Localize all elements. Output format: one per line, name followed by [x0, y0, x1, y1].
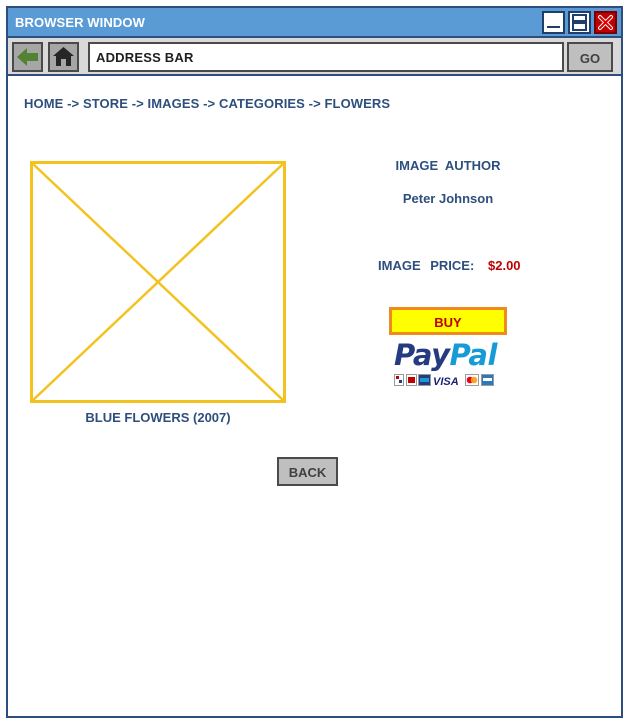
paypal-logo[interactable]: PayPal: [394, 338, 497, 372]
home-button[interactable]: [48, 42, 79, 72]
giropay-icon: [418, 374, 431, 386]
price-value: $2.00: [488, 258, 521, 273]
buy-button[interactable]: BUY: [389, 307, 507, 335]
visa-icon: VISA: [433, 376, 459, 388]
back-button-label: BACK: [288, 465, 327, 480]
address-bar-text: ADDRESS BAR: [96, 50, 194, 65]
mastercard-icon: [465, 374, 479, 386]
title-bar: BROWSER WINDOW: [8, 8, 621, 38]
payment-cards-strip: VISA: [394, 374, 494, 388]
go-button[interactable]: GO: [567, 42, 613, 72]
paypal-logo-pay: Pay: [394, 338, 450, 372]
go-button-label: GO: [579, 51, 601, 66]
address-bar[interactable]: ADDRESS BAR: [88, 42, 564, 72]
close-icon: [598, 15, 613, 30]
image-placeholder[interactable]: [30, 161, 286, 403]
browser-toolbar: ADDRESS BAR GO: [8, 38, 621, 76]
minimize-icon: [547, 26, 560, 28]
window-title: BROWSER WINDOW: [15, 15, 145, 30]
home-icon: [53, 47, 74, 66]
author-name: Peter Johnson: [402, 191, 494, 206]
image-caption: BLUE FLOWERS (2007): [85, 410, 231, 425]
close-button[interactable]: [594, 11, 617, 34]
restore-icon: [572, 14, 587, 31]
browser-window: BROWSER WINDOW ADDRESS BAR GO HOME -> ST…: [6, 6, 623, 718]
svg-text:VISA: VISA: [433, 376, 459, 387]
buy-button-label: BUY: [434, 315, 462, 330]
back-nav-button[interactable]: [12, 42, 43, 72]
breadcrumb[interactable]: HOME -> STORE -> IMAGES -> CATEGORIES ->…: [24, 96, 390, 111]
price-label: IMAGE PRICE:: [378, 258, 475, 273]
paypal-logo-pal: Pal: [449, 338, 497, 372]
author-label: IMAGE AUTHOR: [395, 158, 501, 173]
minimize-button[interactable]: [542, 11, 565, 34]
back-button[interactable]: BACK: [277, 457, 338, 486]
giropay-icon: [406, 374, 417, 386]
payment-card-logos: VISA: [394, 374, 502, 388]
amex-icon: [481, 374, 494, 386]
back-arrow-icon: [17, 48, 38, 66]
ec-card-icon: [394, 374, 404, 386]
restore-button[interactable]: [568, 11, 591, 34]
